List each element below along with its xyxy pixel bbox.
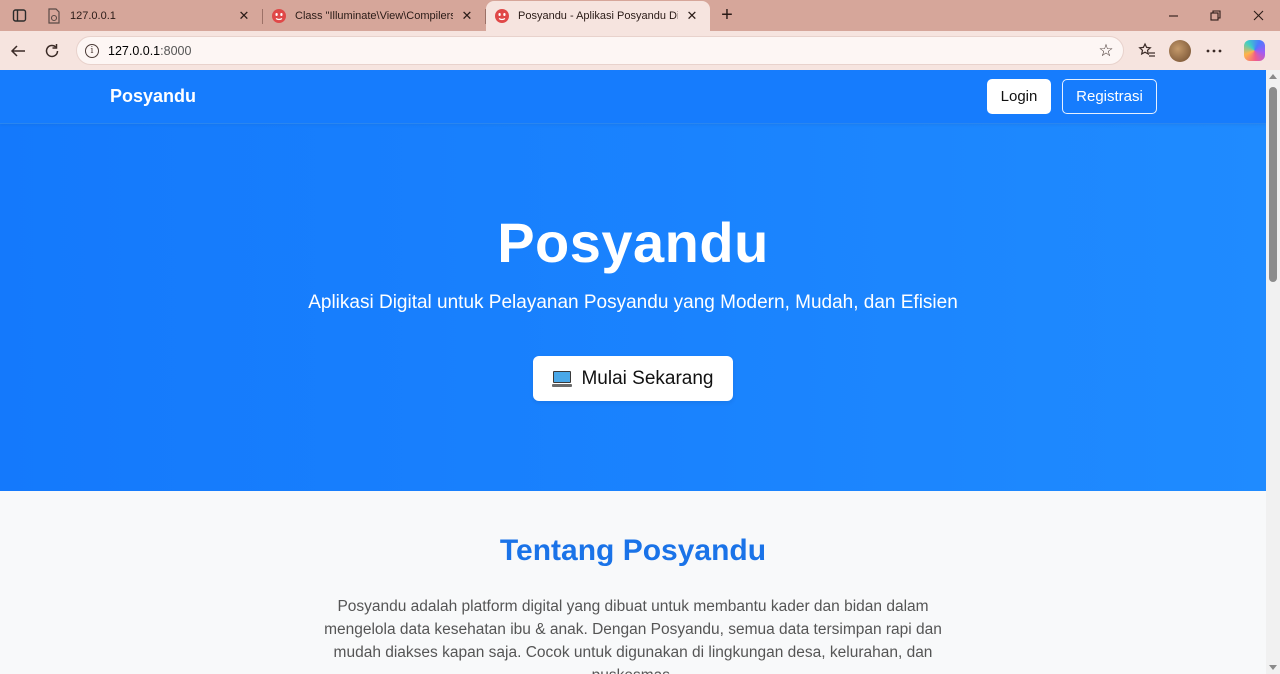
close-tab-icon[interactable]: ✕ bbox=[459, 8, 475, 24]
minimize-icon[interactable] bbox=[1151, 0, 1195, 31]
hero-section: Posyandu Login Registrasi Posyandu Aplik… bbox=[0, 70, 1266, 491]
laravel-icon bbox=[271, 8, 287, 24]
address-bar[interactable]: i 127.0.0.1:8000 ☆ bbox=[76, 36, 1124, 65]
scroll-thumb[interactable] bbox=[1269, 87, 1277, 282]
copilot-icon[interactable] bbox=[1244, 40, 1265, 61]
new-tab-icon[interactable]: + bbox=[716, 4, 738, 26]
login-button[interactable]: Login bbox=[987, 79, 1051, 114]
bookmark-star-icon[interactable]: ☆ bbox=[1097, 41, 1115, 60]
back-icon[interactable] bbox=[5, 38, 31, 64]
close-tab-icon[interactable]: ✕ bbox=[236, 8, 252, 24]
browser-toolbar: i 127.0.0.1:8000 ☆ bbox=[0, 31, 1280, 70]
scroll-down-icon[interactable] bbox=[1269, 665, 1277, 670]
site-info-icon[interactable]: i bbox=[85, 43, 99, 58]
start-now-label: Mulai Sekarang bbox=[581, 367, 714, 389]
tab-title: 127.0.0.1 bbox=[70, 10, 116, 22]
document-icon bbox=[46, 8, 62, 24]
page-scrollbar[interactable] bbox=[1266, 70, 1280, 674]
tab-title: Posyandu - Aplikasi Posyandu Dig bbox=[518, 10, 678, 22]
navbar: Posyandu Login Registrasi bbox=[0, 70, 1266, 124]
tab-actions-icon[interactable] bbox=[6, 4, 32, 26]
tab-title: Class "Illuminate\View\Compilers\ bbox=[295, 10, 453, 22]
hero-title: Posyandu bbox=[497, 211, 769, 274]
restore-icon[interactable] bbox=[1193, 0, 1237, 31]
scroll-up-icon[interactable] bbox=[1269, 74, 1277, 79]
register-button[interactable]: Registrasi bbox=[1062, 79, 1157, 114]
laravel-icon bbox=[494, 8, 510, 24]
about-title: Tentang Posyandu bbox=[499, 534, 767, 567]
tab-2[interactable]: Class "Illuminate\View\Compilers\ ✕ bbox=[263, 1, 486, 31]
close-window-icon[interactable] bbox=[1236, 0, 1280, 31]
navbar-brand[interactable]: Posyandu bbox=[110, 86, 196, 107]
close-tab-icon[interactable]: ✕ bbox=[684, 8, 700, 24]
start-now-button[interactable]: Mulai Sekarang bbox=[533, 356, 733, 401]
tab-strip: 127.0.0.1 ✕ Class "Illuminate\View\Compi… bbox=[0, 0, 1280, 31]
profile-avatar[interactable] bbox=[1169, 40, 1191, 62]
favorites-icon[interactable] bbox=[1134, 38, 1160, 64]
about-text: Posyandu adalah platform digital yang di… bbox=[324, 598, 942, 674]
url-text: 127.0.0.1:8000 bbox=[108, 43, 192, 58]
hero-subtitle: Aplikasi Digital untuk Pelayanan Posyand… bbox=[308, 292, 958, 313]
reload-icon[interactable] bbox=[39, 38, 65, 64]
tab-1[interactable]: 127.0.0.1 ✕ bbox=[38, 1, 263, 31]
about-section: Tentang Posyandu Posyandu adalah platfor… bbox=[0, 491, 1266, 674]
computer-icon bbox=[552, 370, 573, 388]
more-options-icon[interactable] bbox=[1201, 38, 1227, 64]
page-viewport: Posyandu Login Registrasi Posyandu Aplik… bbox=[0, 70, 1266, 674]
tab-3-active[interactable]: Posyandu - Aplikasi Posyandu Dig ✕ bbox=[486, 1, 710, 31]
